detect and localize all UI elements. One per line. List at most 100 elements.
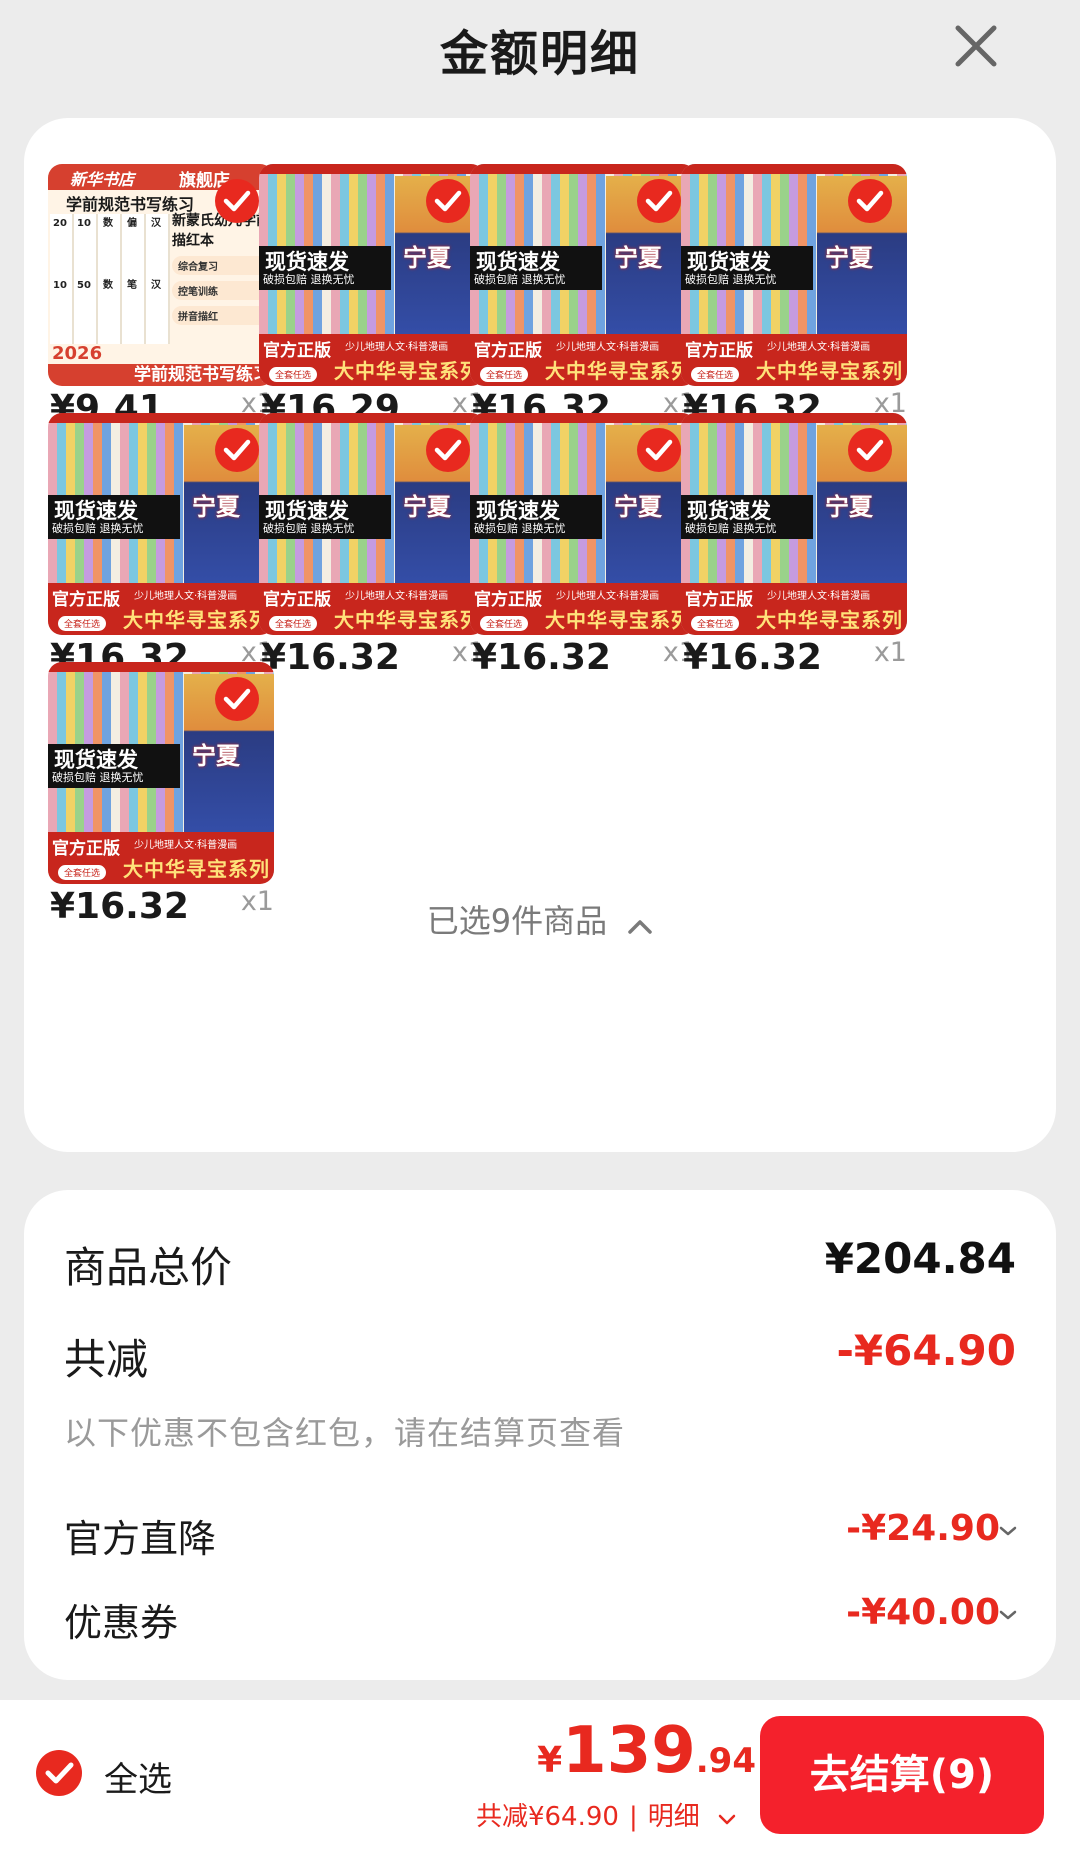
selected-summary[interactable]: 已选9件商品 xyxy=(24,896,1056,942)
pay-amount-integer: 139 xyxy=(562,1714,696,1788)
thumb-pill: 拼音描红 xyxy=(172,306,270,325)
thumb-band-small: 少儿地理人文·科普漫画 xyxy=(767,342,871,353)
selected-check[interactable] xyxy=(214,427,260,473)
thumb-poster-label: 宁夏 xyxy=(192,493,240,521)
thumb-promo: 现货速发 破损包赔 退换无忧 xyxy=(48,495,180,539)
thumb-promo-sub: 破损包赔 退换无忧 xyxy=(263,273,355,286)
book-cover: 10 xyxy=(77,218,91,229)
thumb-promo-sub: 破损包赔 退换无忧 xyxy=(263,522,355,535)
chevron-down-icon xyxy=(998,1522,1018,1541)
thumb-band-small: 少儿地理人文·科普漫画 xyxy=(767,591,871,602)
select-all-checkbox[interactable] xyxy=(34,1748,84,1798)
thumb-band-tag: 全套任选 xyxy=(269,616,318,631)
total-reduction-label: 共减 xyxy=(64,1335,149,1384)
selected-check[interactable] xyxy=(636,178,682,224)
check-circle-icon xyxy=(848,428,892,472)
thumb-band-small: 少儿地理人文·科普漫画 xyxy=(556,591,660,602)
price-details-card: 商品总价 ¥204.84 共减 -¥64.90 以下优惠不包含红包，请在结算页查… xyxy=(24,1190,1056,1680)
thumb-band-small: 少儿地理人文·科普漫画 xyxy=(134,840,238,851)
thumb-band-left: 官方正版 xyxy=(263,341,331,361)
book-cover: 汉 xyxy=(151,218,161,229)
thumb-brand: 新华书店 xyxy=(70,170,135,189)
product-item[interactable]: 宁夏 现货速发 破损包赔 退换无忧 官方正版 少儿地理人文·科普漫画 全套任选 大中华寻宝系… xyxy=(470,164,696,434)
thumb-band-tag: 全套任选 xyxy=(58,616,107,631)
discount-note: 以下优惠不包含红包，请在结算页查看 xyxy=(64,1414,626,1452)
product-item[interactable]: 宁夏 现货速发 破损包赔 退换无忧 官方正版 少儿地理人文·科普漫画 全套任选 大中华寻宝系… xyxy=(681,413,907,683)
thumb-band-left: 官方正版 xyxy=(263,590,331,610)
thumb-band-tag: 全套任选 xyxy=(691,616,740,631)
discount-row-coupon[interactable]: 优惠券 -¥40.00 xyxy=(64,1592,1018,1645)
thumb-poster-label: 宁夏 xyxy=(614,244,662,272)
thumb-band-small: 少儿地理人文·科普漫画 xyxy=(556,342,660,353)
thumb-band-small: 少儿地理人文·科普漫画 xyxy=(345,342,449,353)
thumb-band-tag: 全套任选 xyxy=(269,367,318,382)
discount-row-official[interactable]: 官方直降 -¥24.90 xyxy=(64,1508,1018,1561)
selected-check[interactable] xyxy=(425,427,471,473)
product-item[interactable]: 宁夏 现货速发 破损包赔 退换无忧 官方正版 少儿地理人文·科普漫画 全套任选 大中华寻宝系… xyxy=(48,413,274,683)
selected-products-card: 新华书店 旗舰店 学前规范书写练习 20 10 数偏汉 10 50 数笔汉新蒙氏幼儿学前描红本综… xyxy=(24,118,1056,1152)
selected-check[interactable] xyxy=(847,178,893,224)
thumb-band: 官方正版 少儿地理人文·科普漫画 全套任选 大中华寻宝系列 xyxy=(681,334,907,386)
selected-check[interactable] xyxy=(425,178,471,224)
thumb-poster-label: 宁夏 xyxy=(825,493,873,521)
close-icon xyxy=(955,25,997,67)
currency-symbol: ¥ xyxy=(537,1740,563,1781)
thumb-promo-sub: 破损包赔 退换无忧 xyxy=(52,522,144,535)
selected-check[interactable] xyxy=(214,178,260,224)
thumb-band-left: 官方正版 xyxy=(685,590,753,610)
product-item[interactable]: 宁夏 现货速发 破损包赔 退换无忧 官方正版 少儿地理人文·科普漫画 全套任选 大中华寻宝系… xyxy=(259,413,485,683)
thumb-promo-sub: 破损包赔 退换无忧 xyxy=(474,522,566,535)
thumb-band-main: 大中华寻宝系列 xyxy=(123,857,270,881)
checkout-bar: 全选 ¥139.94 共减¥64.90 | 明细 去结算(9) xyxy=(0,1700,1080,1851)
discount-label: 优惠券 xyxy=(64,1601,179,1645)
check-circle-icon xyxy=(215,677,259,721)
thumb-stripe xyxy=(48,662,274,672)
select-all-label[interactable]: 全选 xyxy=(104,1752,172,1801)
selected-check[interactable] xyxy=(847,427,893,473)
thumb-band-left: 官方正版 xyxy=(52,590,120,610)
product-item[interactable]: 宁夏 现货速发 破损包赔 退换无忧 官方正版 少儿地理人文·科普漫画 全套任选 大中华寻宝系… xyxy=(681,164,907,434)
discount-value: -¥24.90 xyxy=(846,1508,1000,1549)
thumb-year: 2026 xyxy=(52,343,103,364)
thumb-promo-sub: 破损包赔 退换无忧 xyxy=(474,273,566,286)
product-item[interactable]: 宁夏 现货速发 破损包赔 退换无忧 官方正版 少儿地理人文·科普漫画 全套任选 大中华寻宝系… xyxy=(48,662,274,932)
thumb-promo-sub: 破损包赔 退换无忧 xyxy=(685,273,777,286)
product-item[interactable]: 宁夏 现货速发 破损包赔 退换无忧 官方正版 少儿地理人文·科普漫画 全套任选 大中华寻宝系… xyxy=(470,413,696,683)
selected-check[interactable] xyxy=(636,427,682,473)
thumb-band-tag: 全套任选 xyxy=(480,616,529,631)
thumb-poster-label: 宁夏 xyxy=(192,742,240,770)
thumb-band-main: 大中华寻宝系列 xyxy=(756,359,903,383)
total-reduction-value: -¥64.90 xyxy=(836,1326,1016,1375)
thumb-band: 官方正版 少儿地理人文·科普漫画 全套任选 大中华寻宝系列 xyxy=(470,334,696,386)
thumb-band: 官方正版 少儿地理人文·科普漫画 全套任选 大中华寻宝系列 xyxy=(48,832,274,884)
total-price-value: ¥204.84 xyxy=(824,1234,1016,1283)
check-circle-icon xyxy=(637,179,681,223)
checkout-button[interactable]: 去结算(9) xyxy=(760,1716,1044,1834)
thumb-poster-label: 宁夏 xyxy=(403,244,451,272)
selected-check[interactable] xyxy=(214,676,260,722)
thumb-band-left: 官方正版 xyxy=(685,341,753,361)
product-item[interactable]: 新华书店 旗舰店 学前规范书写练习 20 10 数偏汉 10 50 数笔汉新蒙氏幼儿学前描红本综… xyxy=(48,164,274,434)
close-button[interactable] xyxy=(946,16,1006,76)
check-circle-icon xyxy=(426,428,470,472)
check-circle-icon xyxy=(637,428,681,472)
modal-header: 金额明细 xyxy=(0,0,1080,100)
check-circle-icon xyxy=(848,179,892,223)
check-circle-icon xyxy=(426,179,470,223)
chevron-down-icon xyxy=(998,1606,1018,1625)
thumb-promo: 现货速发 破损包赔 退换无忧 xyxy=(681,495,813,539)
product-item[interactable]: 宁夏 现货速发 破损包赔 退换无忧 官方正版 少儿地理人文·科普漫画 全套任选 大中华寻宝系… xyxy=(259,164,485,434)
modal-title: 金额明细 xyxy=(439,26,640,82)
thumb-books: 20 10 数偏汉 10 50 数笔汉 xyxy=(50,214,170,344)
book-cover: 数 xyxy=(103,280,113,291)
book-cover: 笔 xyxy=(127,280,137,291)
thumb-band-tag: 全套任选 xyxy=(480,367,529,382)
check-circle-icon xyxy=(36,1750,82,1796)
chevron-down-icon xyxy=(718,1803,736,1833)
thumb-band: 官方正版 少儿地理人文·科普漫画 全套任选 大中华寻宝系列 xyxy=(259,334,485,386)
pay-amount: ¥139.94 xyxy=(537,1714,756,1788)
reduction-detail-toggle[interactable]: 共减¥64.90 | 明细 xyxy=(476,1796,736,1833)
chevron-up-icon xyxy=(627,904,653,942)
total-price-label: 商品总价 xyxy=(64,1243,233,1292)
thumb-stripe xyxy=(48,413,274,423)
